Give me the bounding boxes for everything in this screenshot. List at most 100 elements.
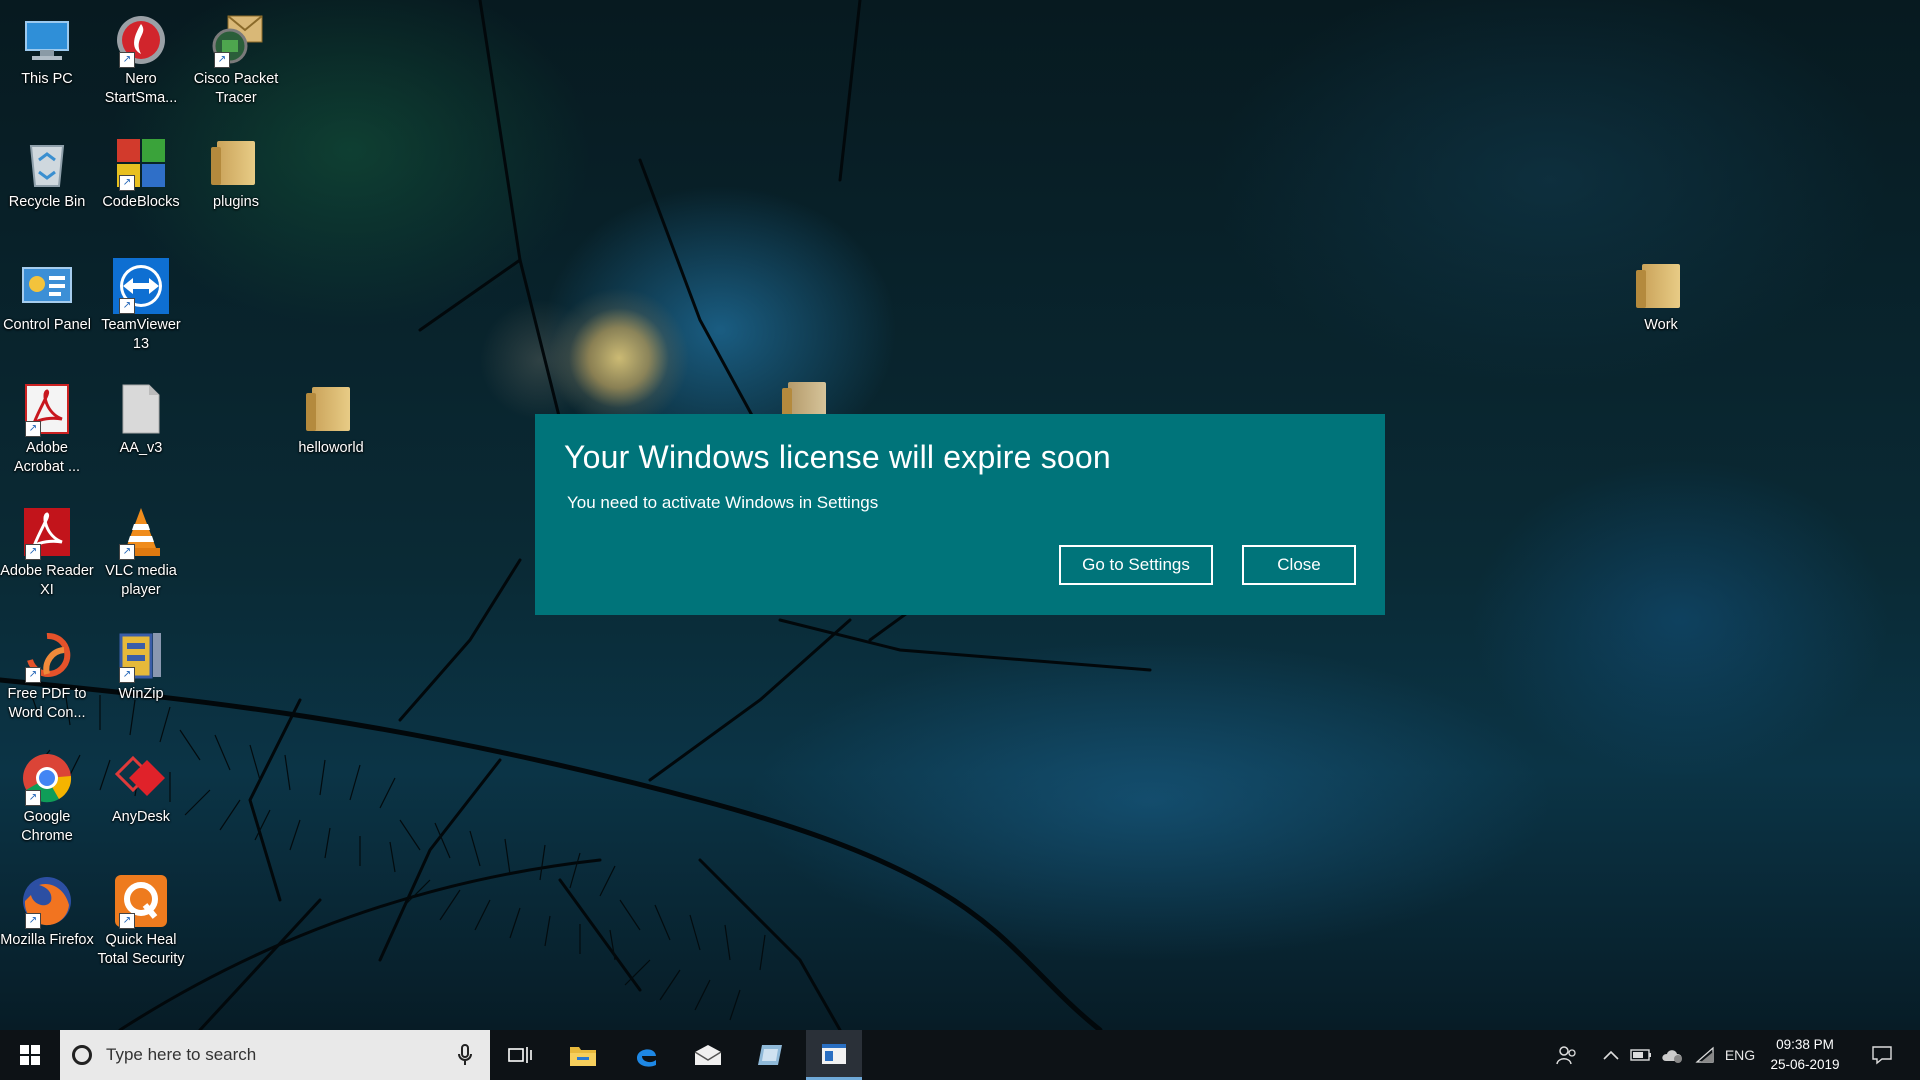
desktop-icon-winzip[interactable]: ↗ WinZip	[94, 623, 188, 704]
desktop-icon-codeblocks[interactable]: ↗ CodeBlocks	[94, 131, 188, 212]
desktop-icon-label: VLC media player	[105, 563, 177, 598]
battery-button[interactable]	[1626, 1030, 1656, 1080]
desktop: This PC Recycle Bin Control Panel ↗ Adob…	[0, 0, 1920, 1030]
desktop-icon-label: Cisco Packet Tracer	[193, 71, 279, 106]
battery-icon	[1630, 1049, 1651, 1061]
desktop-icon-this-pc[interactable]: This PC	[0, 8, 94, 89]
mail-icon	[694, 1045, 722, 1065]
desktop-icon-quick-heal[interactable]: ↗ Quick Heal Total Security	[94, 869, 188, 969]
shortcut-arrow-icon: ↗	[25, 913, 41, 929]
mail-button[interactable]	[680, 1030, 736, 1080]
cisco-packet-tracer-icon: ↗	[208, 12, 264, 68]
desktop-icon-helloworld[interactable]: helloworld	[284, 377, 378, 458]
go-to-settings-button[interactable]: Go to Settings	[1059, 545, 1213, 585]
active-window-button[interactable]	[806, 1030, 862, 1080]
desktop-icon-adobe-acrobat[interactable]: ↗ Adobe Acrobat ...	[0, 377, 94, 477]
chrome-icon: ↗	[19, 750, 75, 806]
edge-button[interactable]	[618, 1030, 674, 1080]
desktop-icon-control-panel[interactable]: Control Panel	[0, 254, 94, 335]
desktop-icon-label: TeamViewer 13	[101, 317, 181, 352]
file-explorer-button[interactable]	[555, 1030, 611, 1080]
shortcut-arrow-icon: ↗	[25, 544, 41, 560]
folder-icon	[303, 381, 359, 437]
desktop-icon-mozilla-firefox[interactable]: ↗ Mozilla Firefox	[0, 869, 94, 950]
desktop-icon-cisco-packet-tracer[interactable]: ↗ Cisco Packet Tracer	[189, 8, 283, 108]
shortcut-arrow-icon: ↗	[119, 667, 135, 683]
search-placeholder: Type here to search	[106, 1045, 257, 1064]
desktop-icon-teamviewer[interactable]: ↗ TeamViewer 13	[94, 254, 188, 354]
show-hidden-icons-button[interactable]	[1596, 1030, 1626, 1080]
clock[interactable]: 09:38 PM 25-06-2019	[1760, 1035, 1850, 1075]
desktop-icon-label: AA_v3	[119, 440, 163, 456]
desktop-icon-work[interactable]: Work	[1614, 254, 1708, 335]
anydesk-icon	[113, 750, 169, 806]
desktop-icon-label: Adobe Reader XI	[0, 563, 94, 598]
desktop-icon-anydesk[interactable]: AnyDesk	[94, 746, 188, 827]
adobe-acrobat-icon: ↗	[19, 381, 75, 437]
microphone-icon[interactable]	[458, 1044, 472, 1066]
nero-icon: ↗	[113, 12, 169, 68]
desktop-icon-plugins[interactable]: plugins	[189, 131, 283, 212]
edge-icon	[637, 1049, 656, 1067]
codeblocks-icon: ↗	[113, 135, 169, 191]
control-panel-icon	[19, 258, 75, 314]
winzip-icon: ↗	[113, 627, 169, 683]
desktop-icon-label: Adobe Acrobat ...	[13, 440, 81, 475]
folder-shape	[211, 141, 255, 185]
desktop-icon-nero[interactable]: ↗ Nero StartSma...	[94, 8, 188, 108]
clock-time: 09:38 PM	[1776, 1037, 1834, 1052]
taskbar-app-button[interactable]	[742, 1030, 798, 1080]
notification-icon	[1872, 1046, 1892, 1065]
language-indicator[interactable]: ENG	[1722, 1030, 1758, 1080]
shortcut-arrow-icon: ↗	[25, 790, 41, 806]
task-view-icon	[508, 1047, 532, 1063]
pdf-to-word-icon: ↗	[19, 627, 75, 683]
start-button[interactable]	[0, 1030, 60, 1080]
close-button[interactable]: Close	[1242, 545, 1356, 585]
shortcut-arrow-icon: ↗	[25, 421, 41, 437]
desktop-icon-google-chrome[interactable]: ↗ Google Chrome	[0, 746, 94, 846]
desktop-icon-label: Quick Heal Total Security	[97, 932, 185, 967]
desktop-icon-vlc[interactable]: ↗ VLC media player	[94, 500, 188, 600]
shortcut-arrow-icon: ↗	[119, 298, 135, 314]
search-box[interactable]: Type here to search	[60, 1030, 490, 1080]
onedrive-icon	[1662, 1050, 1682, 1063]
people-button[interactable]	[1550, 1030, 1584, 1080]
shortcut-arrow-icon: ↗	[214, 52, 230, 68]
wifi-button[interactable]	[1690, 1030, 1720, 1080]
desktop-icon-label: Control Panel	[3, 317, 91, 333]
windows-logo-icon	[20, 1045, 40, 1065]
desktop-icon-free-pdf-to-word[interactable]: ↗ Free PDF to Word Con...	[0, 623, 94, 723]
app-icon	[758, 1045, 782, 1065]
desktop-icon-aa-v3[interactable]: AA_v3	[94, 377, 188, 458]
license-expiry-dialog: Your Windows license will expire soon Yo…	[535, 414, 1385, 615]
action-center-button[interactable]	[1862, 1030, 1902, 1080]
desktop-icon-label: CodeBlocks	[102, 194, 180, 210]
shortcut-arrow-icon: ↗	[119, 544, 135, 560]
desktop-icon-label: Recycle Bin	[8, 194, 86, 210]
wifi-icon	[1695, 1046, 1714, 1063]
desktop-icon-label: helloworld	[298, 440, 364, 456]
onedrive-button[interactable]	[1656, 1030, 1690, 1080]
desktop-icon-label: WinZip	[118, 686, 164, 702]
clock-date: 25-06-2019	[1770, 1057, 1840, 1072]
desktop-icon-label: plugins	[213, 194, 259, 210]
recycle-bin-icon	[19, 135, 75, 191]
desktop-icon-label: Nero StartSma...	[104, 71, 178, 106]
desktop-icon-adobe-reader[interactable]: ↗ Adobe Reader XI	[0, 500, 94, 600]
task-view-button[interactable]	[492, 1030, 548, 1080]
folder-icon	[1633, 258, 1689, 314]
shortcut-arrow-icon: ↗	[119, 175, 135, 191]
teamviewer-icon: ↗	[113, 258, 169, 314]
dialog-message: You need to activate Windows in Settings	[567, 493, 879, 512]
firefox-icon: ↗	[19, 873, 75, 929]
desktop-icon-label: Mozilla Firefox	[0, 932, 94, 948]
shortcut-arrow-icon: ↗	[119, 52, 135, 68]
people-icon	[1556, 1046, 1576, 1065]
adobe-reader-icon: ↗	[19, 504, 75, 560]
dialog-title: Your Windows license will expire soon	[564, 439, 1111, 475]
vlc-icon: ↗	[113, 504, 169, 560]
folder-icon	[208, 135, 264, 191]
desktop-icon-recycle-bin[interactable]: Recycle Bin	[0, 131, 94, 212]
desktop-icon-label: Google Chrome	[21, 809, 73, 844]
